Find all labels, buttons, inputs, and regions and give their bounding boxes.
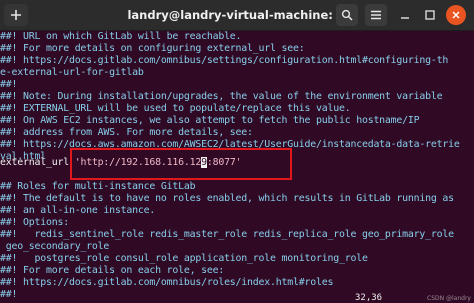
terminal-line: ##! https://docs.aws.amazon.com/AWSEC2/l… <box>0 139 460 150</box>
terminal-line: ##! redis_sentinel_role redis_master_rol… <box>0 229 454 240</box>
terminal-line: ##! address from AWS. For more details, … <box>0 127 253 138</box>
new-tab-button[interactable] <box>4 4 28 26</box>
maximize-button[interactable] <box>419 4 441 26</box>
external-url-line: external_url 'http://192.168.116.129:807… <box>0 157 242 169</box>
new-tab-icon <box>10 9 22 21</box>
menu-button[interactable] <box>365 4 387 26</box>
config-value: 'http://192.168.116.129:8077' <box>75 157 242 168</box>
url-text-after-cursor: :8077' <box>206 157 242 168</box>
terminal-line: ##! https://docs.gitlab.com/omnibus/role… <box>0 277 334 288</box>
terminal-line: geo_secondary_role <box>0 241 110 252</box>
terminal-line: ##! URL on which GitLab will be reachabl… <box>0 31 242 42</box>
terminal-line: ##! For more details on each role, see: <box>0 265 225 276</box>
terminal-line: ##! For more details on configuring exte… <box>0 43 305 54</box>
terminal-line: ##! <box>0 289 18 300</box>
terminal-line: ##! Note: During installation/upgrades, … <box>0 91 443 102</box>
watermark: CSDN @landry <box>427 295 471 302</box>
terminal-line: ##! <box>0 79 18 90</box>
terminal-line: ##! On AWS EC2 instances, we also attemp… <box>0 115 420 126</box>
terminal-line: e-external-url-for-gitlab <box>0 67 144 78</box>
terminal-line: ##! https://docs.gitlab.com/omnibus/sett… <box>0 55 449 66</box>
minimize-button[interactable] <box>394 4 416 26</box>
minimize-icon <box>399 9 411 21</box>
terminal-line: ##! The default is to have no roles enab… <box>0 193 454 204</box>
config-key: external_url <box>0 157 69 168</box>
terminal-line: ##! an all-in-one instance. <box>0 205 156 216</box>
search-button[interactable] <box>336 4 358 26</box>
cursor-position: 32,36 <box>355 293 383 303</box>
close-button[interactable] <box>446 5 466 25</box>
url-text-before-cursor: 'http://192.168.116.12 <box>74 157 202 168</box>
terminal-line: ##! Options: <box>0 217 69 228</box>
terminal-line: ##! EXTERNAL_URL will be used to populat… <box>0 103 351 114</box>
close-icon <box>451 10 461 20</box>
maximize-icon <box>424 9 436 21</box>
search-icon <box>341 9 353 21</box>
terminal-content[interactable]: ##! URL on which GitLab will be reachabl… <box>0 31 474 303</box>
terminal-line: ## Roles for multi-instance GitLab <box>0 181 196 192</box>
terminal-line: ##! postgres_role consul_role applicatio… <box>0 253 368 264</box>
terminal-window: landry@landry-virtual-machine: ~ ##! URL… <box>0 0 474 303</box>
hamburger-menu-icon <box>370 9 382 21</box>
title-bar: landry@landry-virtual-machine: ~ <box>0 0 474 31</box>
